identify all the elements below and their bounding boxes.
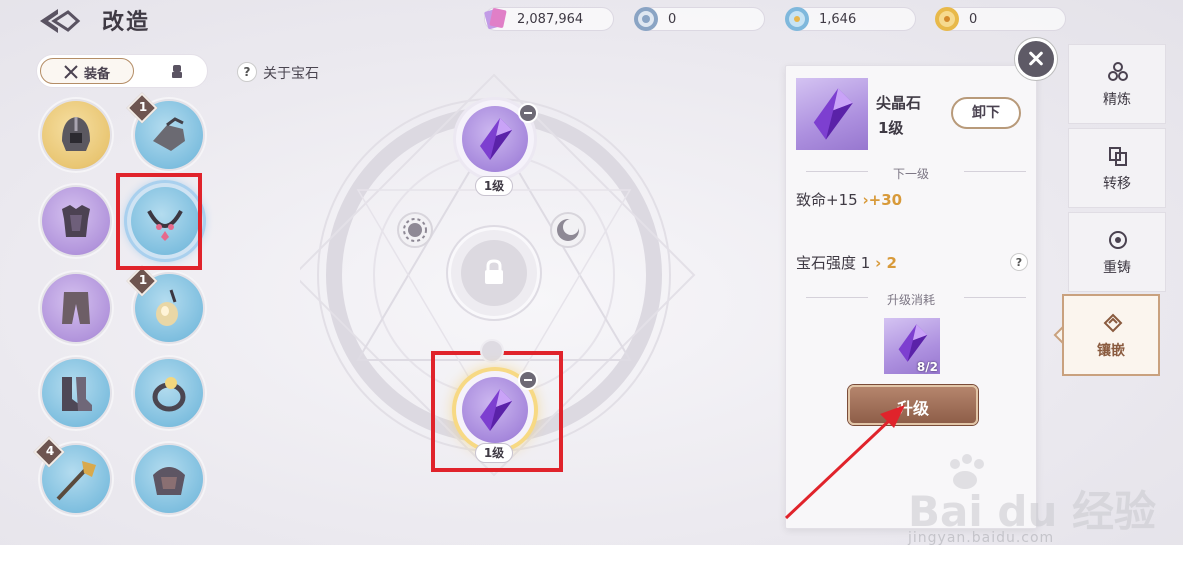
refine-icon: [1108, 62, 1128, 81]
crossed-swords-icon: [64, 65, 78, 79]
moon-socket-icon: [550, 212, 586, 248]
tab-character[interactable]: [157, 58, 197, 84]
silver-emblem-icon: [634, 7, 658, 31]
currency-gold-coin: 0: [935, 7, 1066, 31]
gem-strength-row: 宝石强度 1 › 2: [796, 254, 897, 272]
gauntlet-icon: [153, 117, 185, 151]
equip-slot-ring[interactable]: [131, 355, 207, 431]
sun-socket-icon: [397, 212, 433, 248]
inlay-icon: [1103, 313, 1123, 333]
equip-slot-gauntlet[interactable]: 1: [126, 92, 207, 173]
strength-help-icon[interactable]: ?: [1010, 253, 1028, 271]
spinel-gem-icon: [898, 324, 928, 362]
slot-badge-count: 1: [138, 100, 148, 114]
highlight-box-necklace: [116, 173, 202, 270]
gem-level: 1级: [878, 119, 904, 137]
back-button[interactable]: [38, 6, 82, 36]
weapon-icon: [56, 461, 96, 501]
close-button[interactable]: [1015, 38, 1057, 80]
currency-silver: 0: [634, 7, 765, 31]
crystal-cards-icon: [484, 8, 507, 30]
transfer-icon: [1109, 147, 1127, 166]
side-tab-refine[interactable]: 精炼: [1068, 44, 1166, 124]
back-arrow-icon: [40, 9, 81, 33]
bottom-strip: [0, 545, 1183, 579]
pendant-icon: [156, 289, 178, 326]
pants-icon: [62, 292, 90, 324]
ring-icon: [152, 377, 186, 412]
question-icon: ?: [237, 62, 257, 82]
equipment-tab-switch: 装备: [36, 54, 208, 88]
slot-badge-count: 4: [45, 444, 55, 458]
upgrade-button[interactable]: 升级: [848, 385, 978, 425]
gem-bottom-level: 1级: [475, 443, 513, 463]
remove-gem-bottom-button[interactable]: [518, 370, 538, 390]
page-title: 改造: [102, 10, 151, 35]
watermark-url: jingyan.baidu.com: [908, 530, 1055, 546]
spinel-gem-icon: [813, 88, 853, 140]
equip-slot-pendant[interactable]: 1: [126, 265, 207, 346]
gem-top-level: 1级: [475, 176, 513, 196]
upgrade-cost-item[interactable]: 8/2: [884, 318, 940, 374]
next-level-divider: 下一级: [796, 165, 1026, 181]
top-bar: 改造 2,087,964 0 1,646 0: [0, 0, 1183, 42]
crit-stat-row: 致命+15 ›+30: [796, 191, 903, 209]
spinel-gem-icon: [480, 389, 512, 431]
remove-gem-top-button[interactable]: [518, 103, 538, 123]
gem-thumbnail: [796, 78, 868, 150]
cost-count: 8/2: [916, 360, 938, 374]
recast-icon: [1109, 231, 1127, 249]
unequip-button[interactable]: 卸下: [951, 97, 1021, 129]
blue-coin-icon: [785, 7, 809, 31]
shoulder-armor-icon: [153, 467, 185, 495]
side-tab-recast[interactable]: 重铸: [1068, 212, 1166, 292]
gold-coin-icon: [935, 7, 959, 31]
side-tab-inlay[interactable]: 镶嵌: [1062, 294, 1160, 376]
lock-icon: [485, 259, 503, 284]
spinel-gem-icon: [480, 118, 512, 160]
equip-slot-weapon[interactable]: 4: [33, 436, 114, 517]
equip-slot-boots[interactable]: [38, 355, 114, 431]
gem-name: 尖晶石: [876, 94, 922, 112]
currency-blue-coin: 1,646: [785, 7, 916, 31]
equip-slot-pants[interactable]: [38, 270, 114, 346]
locked-center-socket[interactable]: [451, 230, 537, 316]
tab-equipment[interactable]: 装备: [40, 58, 134, 84]
helmet-icon: [62, 117, 90, 151]
armor-icon: [62, 205, 90, 237]
equip-slot-shoulder[interactable]: [131, 441, 207, 517]
connector-node: [480, 339, 504, 363]
equip-slot-helmet[interactable]: [38, 97, 114, 173]
slot-badge-count: 1: [138, 273, 148, 287]
cost-divider: 升级消耗: [796, 291, 1026, 307]
currency-crystals: 2,087,964: [484, 7, 614, 31]
boots-icon: [62, 377, 92, 411]
character-icon: [172, 65, 182, 78]
equip-slot-armor[interactable]: [38, 183, 114, 259]
side-tab-transfer[interactable]: 转移: [1068, 128, 1166, 208]
